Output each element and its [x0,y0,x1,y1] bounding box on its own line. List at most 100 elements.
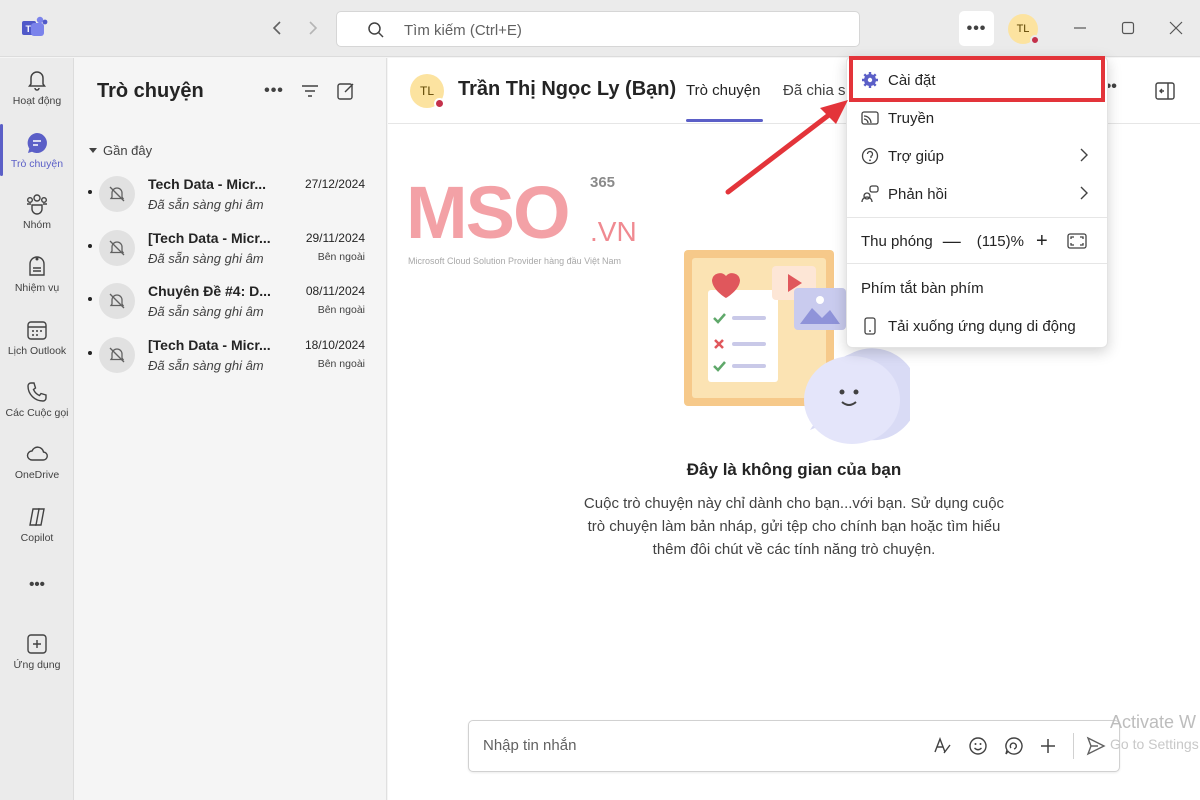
chat-list-item[interactable]: Chuyên Đề #4: D... 08/11/2024 Đã sẵn sàn… [75,280,387,334]
menu-zoom-row: Thu phóng — (115)% + [847,222,1107,260]
section-recent[interactable]: Gần đây [89,143,152,158]
settings-highlight-box [849,56,1105,102]
rail-item-calendar[interactable]: Lịch Outlook [0,314,74,372]
help-icon [860,146,880,166]
chat-list-title: Trò chuyện [97,80,204,102]
zoom-out-button[interactable]: — [943,231,961,252]
loop-icon[interactable] [1003,735,1025,757]
rail-item-onedrive[interactable]: OneDrive [0,438,74,496]
chat-list-item[interactable]: Tech Data - Micr... 27/12/2024 Đã sẵn sà… [75,173,387,227]
chevron-right-icon [1080,148,1088,162]
cloud-icon [26,446,48,461]
menu-label-help: Trợ giúp [888,147,944,165]
title-bar: T Tìm kiếm (Ctrl+E) ••• TL [0,0,1200,57]
message-input[interactable]: Nhập tin nhắn [483,737,576,754]
phone-icon [27,382,47,402]
menu-item-shortcuts[interactable]: Phím tắt bàn phím [847,269,1107,307]
muted-bell-icon [99,176,135,212]
menu-label-download: Tải xuống ứng dụng di động [888,317,1076,335]
rail-label-onedrive: OneDrive [14,469,60,481]
muted-bell-icon [99,283,135,319]
teams-logo-icon[interactable]: T [22,16,48,40]
unread-bullet [88,190,92,194]
chat-list-more-icon[interactable]: ••• [263,80,285,102]
menu-item-feedback[interactable]: Phản hồi [847,175,1107,213]
format-icon[interactable] [931,735,953,757]
rail-label-apps: Ứng dụng [13,659,61,671]
chat-list-pane: Trò chuyện ••• Gần đây Tech Data - Micr.… [75,58,387,800]
rail-label-activity: Hoạt động [12,95,62,107]
activate-windows-title: Activate W [1110,712,1197,732]
chat-title: Trần Thị Ngọc Ly (Bạn) [458,78,677,100]
chat-list-item[interactable]: [Tech Data - Micr... 29/11/2024 Đã sẵn s… [75,227,387,281]
unread-bullet [88,351,92,355]
settings-more-button[interactable]: ••• [959,11,994,46]
bell-icon [28,71,46,91]
menu-divider [847,217,1107,218]
filter-icon[interactable] [299,80,321,102]
rail-item-chat[interactable]: Trò chuyện [0,127,74,185]
rail-label-calendar: Lịch Outlook [7,345,67,357]
cast-icon [860,108,880,128]
rail-item-tasks[interactable]: Nhiệm vụ [0,251,74,309]
apps-icon [27,634,47,654]
activate-windows-sub: Go to Settings [1110,736,1199,752]
svg-text:T: T [26,24,32,34]
composer-divider [1073,733,1074,759]
tasks-icon [29,256,45,276]
send-icon[interactable] [1085,735,1107,757]
rail-label-teams: Nhóm [22,219,51,231]
search-placeholder: Tìm kiếm (Ctrl+E) [404,22,522,39]
chat-preview: Đã sẵn sàng ghi âm [148,358,264,373]
mso-365: 365 [590,174,616,191]
rail-label-tasks: Nhiệm vụ [14,282,60,294]
teams-icon [27,194,48,215]
attach-plus-icon[interactable] [1037,735,1059,757]
rail-label-copilot: Copilot [20,532,54,544]
forward-arrow-icon[interactable] [302,17,324,39]
zoom-in-button[interactable]: + [1036,230,1048,253]
unread-bullet [88,297,92,301]
side-panel-icon[interactable] [1154,80,1176,102]
rail-label-chat: Trò chuyện [10,158,64,170]
chat-name: Chuyên Đề #4: D... [148,283,271,299]
self-avatar[interactable]: TL [410,74,445,109]
mso-watermark-logo: MSO 365 .VN Microsoft Cloud Solution Pro… [406,171,637,266]
rail-item-more[interactable]: ••• [0,572,74,630]
mso-vn: .VN [590,216,637,247]
back-arrow-icon[interactable] [266,17,288,39]
chat-date: 29/11/2024 [305,231,365,245]
empty-state-description: Cuộc trò chuyện này chỉ dành cho bạn...v… [583,495,1005,558]
rail-item-apps[interactable]: Ứng dụng [0,628,74,686]
profile-avatar[interactable]: TL [1008,14,1040,45]
more-icon: ••• [29,576,45,593]
mso-letters: MSO [406,171,571,254]
empty-state-title: Đây là không gian của bạn [686,460,902,479]
minimize-icon[interactable] [1068,16,1092,40]
feedback-icon [860,184,880,204]
rail-item-calls[interactable]: Các Cuộc gọi [0,376,74,434]
rail-item-activity[interactable]: Hoạt động [0,64,74,122]
menu-item-download-mobile[interactable]: Tải xuống ứng dụng di động [847,307,1107,345]
rail-item-copilot[interactable]: Copilot [0,501,74,559]
muted-bell-icon [99,337,135,373]
fullscreen-icon[interactable] [1067,233,1087,249]
chat-name: [Tech Data - Micr... [148,230,271,246]
menu-item-help[interactable]: Trợ giúp [847,137,1107,175]
muted-bell-icon [99,230,135,266]
search-icon [368,22,384,38]
new-chat-icon[interactable] [335,80,357,102]
menu-item-cast[interactable]: Truyền [847,99,1107,137]
search-input[interactable]: Tìm kiếm (Ctrl+E) [336,11,860,47]
menu-divider [847,263,1107,264]
maximize-icon[interactable] [1116,16,1140,40]
emoji-icon[interactable] [967,735,989,757]
close-icon[interactable] [1164,16,1188,40]
chat-list-item[interactable]: [Tech Data - Micr... 18/10/2024 Đã sẵn s… [75,334,387,388]
rail-item-teams[interactable]: Nhóm [0,188,74,246]
message-composer[interactable]: Nhập tin nhắn [468,720,1120,772]
unread-bullet [88,244,92,248]
caret-down-icon [89,147,97,153]
menu-label-cast: Truyền [888,109,935,127]
chat-preview: Đã sẵn sàng ghi âm [148,304,264,319]
